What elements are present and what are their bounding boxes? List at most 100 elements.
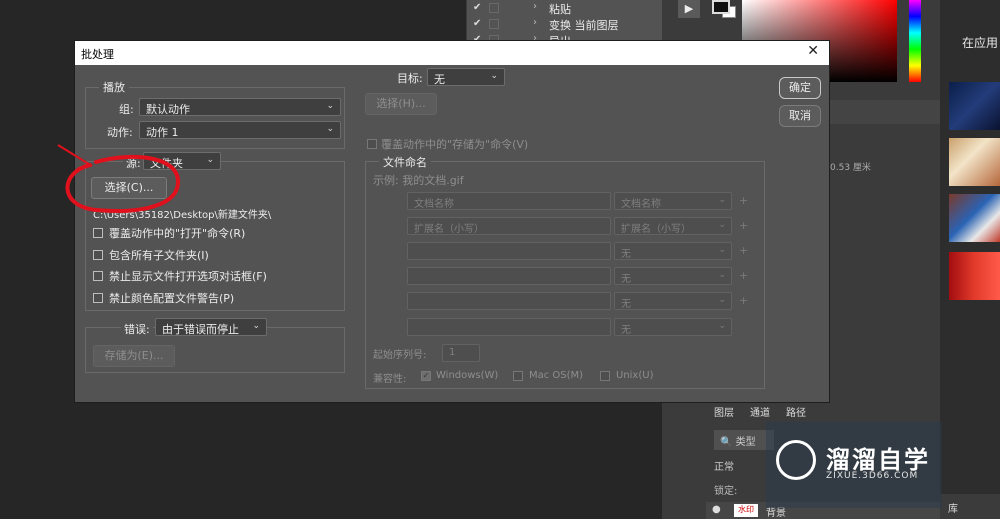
include-subfolders-checkbox[interactable] — [93, 250, 103, 260]
source-select[interactable]: 文件夹 ⌄ — [143, 152, 221, 170]
destination-select[interactable]: 无 ⌄ — [427, 68, 505, 86]
set-label: 组: — [119, 103, 134, 116]
windows-checkbox[interactable]: ✓ — [421, 371, 431, 381]
macos-label: Mac OS(M) — [529, 370, 584, 381]
dialog-title: 批处理 — [81, 48, 114, 61]
naming-field[interactable] — [407, 292, 611, 310]
chevron-down-icon: ⌄ — [326, 124, 334, 134]
naming-field-value: 无 — [621, 274, 631, 285]
naming-field[interactable]: 扩展名（小写） ⌄ — [614, 217, 732, 235]
plus-icon[interactable]: + — [739, 294, 748, 307]
chevron-down-icon: ⌄ — [718, 321, 726, 331]
action-row[interactable]: ✔ › 粘贴 — [467, 0, 663, 16]
tab-library[interactable]: 库 — [940, 494, 1000, 519]
naming-field[interactable] — [407, 267, 611, 285]
naming-field[interactable] — [407, 318, 611, 336]
action-row-label: 粘贴 — [549, 3, 571, 16]
play-logo-icon — [776, 440, 816, 480]
layer-thumbnail: 水印 — [734, 504, 758, 517]
foreground-color-swatch[interactable] — [712, 0, 730, 14]
play-legend: 播放 — [99, 79, 129, 95]
chevron-down-icon: ⌄ — [206, 155, 214, 165]
file-naming-legend: 文件命名 — [379, 154, 431, 170]
action-row-label: 变换 当前图层 — [549, 19, 619, 32]
naming-field-value: 扩展名（小写） — [621, 224, 691, 235]
naming-field[interactable]: 扩展名（小写） — [407, 217, 611, 235]
tab-paths[interactable]: 路径 — [786, 404, 806, 419]
chevron-down-icon: ⌄ — [718, 270, 726, 280]
naming-field[interactable]: 文档名称 — [407, 192, 611, 210]
dialog-titlebar[interactable]: 批处理 ✕ — [75, 41, 829, 65]
thumbnail-image[interactable] — [949, 82, 1000, 130]
suppress-open-dialog-checkbox[interactable] — [93, 271, 103, 281]
chevron-right-icon[interactable]: › — [533, 1, 537, 12]
errors-select[interactable]: 由于错误而停止 ⌄ — [155, 318, 267, 336]
hue-slider[interactable] — [909, 0, 921, 82]
source-choose-button[interactable]: 选择(C)... — [91, 177, 167, 199]
errors-value: 由于错误而停止 — [162, 323, 239, 336]
eye-icon[interactable]: ● — [712, 504, 721, 515]
plus-icon[interactable]: + — [739, 219, 748, 232]
action-value: 动作 1 — [146, 126, 179, 139]
plus-icon[interactable]: + — [739, 194, 748, 207]
naming-field[interactable]: 无 ⌄ — [614, 292, 732, 310]
unix-checkbox[interactable] — [600, 371, 610, 381]
override-open-checkbox[interactable] — [93, 228, 103, 238]
naming-field[interactable]: 文档名称 ⌄ — [614, 192, 732, 210]
chevron-down-icon: ⌄ — [490, 71, 498, 81]
naming-example: 示例: 我的文档.gif — [373, 174, 464, 187]
measurement-readout: 0.53 厘米 — [830, 163, 871, 173]
close-icon[interactable]: ✕ — [807, 43, 819, 59]
naming-field[interactable]: 无 ⌄ — [614, 242, 732, 260]
naming-field-value: 无 — [621, 325, 631, 336]
destination-choose-button[interactable]: 选择(H)... — [365, 93, 437, 115]
destination-label: 目标: — [397, 72, 423, 85]
dialog-toggle-box[interactable] — [489, 3, 499, 13]
serial-label: 起始序列号: — [373, 350, 427, 361]
serial-input[interactable]: 1 — [442, 344, 480, 362]
thumbnail-image[interactable] — [949, 252, 1000, 300]
check-icon[interactable]: ✔ — [473, 18, 481, 29]
save-as-button[interactable]: 存储为(E)... — [93, 345, 175, 367]
panel-title: 在应用 — [962, 36, 999, 50]
play-icon[interactable]: ▶ — [678, 0, 700, 18]
thumbnail-image[interactable] — [949, 194, 1000, 242]
override-save-as-label: 覆盖动作中的"存储为"命令(V) — [381, 138, 529, 151]
blend-mode-select[interactable]: 正常 — [714, 458, 774, 474]
check-icon[interactable]: ✔ — [473, 2, 481, 13]
destination-value: 无 — [434, 73, 445, 86]
plus-icon[interactable]: + — [739, 244, 748, 257]
errors-label: 错误: — [121, 321, 153, 337]
dialog-toggle-box[interactable] — [489, 19, 499, 29]
chevron-down-icon: ⌄ — [718, 295, 726, 305]
set-select[interactable]: 默认动作 ⌄ — [139, 98, 341, 116]
chevron-down-icon: ⌄ — [718, 195, 726, 205]
layer-filter-input[interactable]: 🔍 类型 — [714, 430, 774, 450]
chevron-down-icon: ⌄ — [718, 245, 726, 255]
compat-label: 兼容性: — [373, 374, 407, 385]
windows-label: Windows(W) — [436, 370, 499, 381]
suppress-profile-warning-checkbox[interactable] — [93, 293, 103, 303]
chevron-right-icon[interactable]: › — [533, 17, 537, 28]
action-select[interactable]: 动作 1 ⌄ — [139, 121, 341, 139]
override-open-label: 覆盖动作中的"打开"命令(R) — [109, 227, 246, 240]
ok-button[interactable]: 确定 — [779, 77, 821, 99]
override-save-as-checkbox[interactable] — [367, 139, 377, 149]
source-label: 源: — [123, 155, 144, 171]
lock-label: 锁定: — [714, 486, 738, 497]
cancel-button[interactable]: 取消 — [779, 105, 821, 127]
batch-dialog: 批处理 ✕ 播放 组: 默认动作 ⌄ 动作: 动作 1 ⌄ 源: 文件夹 ⌄ 选… — [74, 40, 830, 403]
action-label: 动作: — [107, 126, 133, 139]
naming-field[interactable] — [407, 242, 611, 260]
thumbnail-image[interactable] — [949, 138, 1000, 186]
chevron-down-icon: ⌄ — [252, 321, 260, 331]
naming-field-value: 文档名称 — [621, 199, 661, 210]
plus-icon[interactable]: + — [739, 269, 748, 282]
tab-channels[interactable]: 通道 — [750, 404, 770, 419]
naming-field[interactable]: 无 ⌄ — [614, 267, 732, 285]
action-row[interactable]: ✔ › 变换 当前图层 — [467, 16, 663, 32]
macos-checkbox[interactable] — [513, 371, 523, 381]
naming-field[interactable]: 无 ⌄ — [614, 318, 732, 336]
source-value: 文件夹 — [150, 157, 183, 170]
tab-layers[interactable]: 图层 — [714, 404, 734, 419]
